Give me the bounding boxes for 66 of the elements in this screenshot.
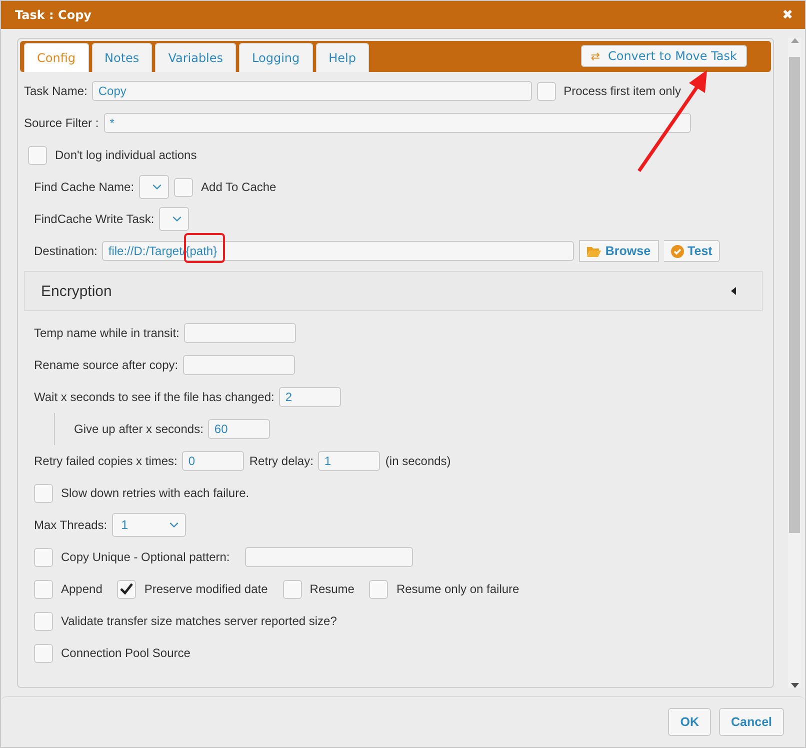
- folder-icon: [587, 246, 602, 256]
- input-field[interactable]: *: [104, 113, 691, 133]
- checkbox[interactable]: [117, 580, 136, 598]
- field-label: (in seconds): [385, 454, 451, 468]
- caret-icon: [730, 287, 738, 295]
- dropdown[interactable]: [139, 175, 170, 199]
- checkbox-label: Resume: [310, 582, 354, 596]
- field-label: FindCache Write Task:: [34, 212, 154, 226]
- input-field[interactable]: 60: [208, 419, 270, 439]
- input-field[interactable]: [183, 355, 296, 375]
- checkbox-label: Append: [61, 582, 102, 596]
- input-field[interactable]: 0: [182, 451, 244, 471]
- checkbox-label: Preserve modified date: [144, 582, 268, 596]
- input-field[interactable]: 1: [318, 451, 380, 471]
- browse-button[interactable]: Browse: [579, 240, 659, 262]
- ok-button[interactable]: OK: [668, 708, 711, 736]
- tab[interactable]: Help: [316, 43, 369, 72]
- checkbox[interactable]: [369, 580, 388, 598]
- scroll-down-icon[interactable]: [790, 683, 798, 688]
- dropdown[interactable]: 1: [112, 513, 186, 537]
- input-field[interactable]: 2: [279, 387, 342, 407]
- check-circle-icon: [670, 244, 684, 258]
- tab[interactable]: Variables: [155, 43, 236, 72]
- dropdown[interactable]: [159, 207, 190, 231]
- test-button[interactable]: Test: [664, 240, 720, 262]
- checkbox-label: Add To Cache: [201, 180, 276, 194]
- checkbox[interactable]: [34, 548, 53, 566]
- input-field[interactable]: [184, 323, 296, 343]
- cancel-button[interactable]: Cancel: [719, 708, 784, 736]
- convert-button[interactable]: ⇄ Convert to Move Task: [580, 45, 747, 67]
- checkbox[interactable]: [536, 82, 556, 100]
- checkbox[interactable]: [34, 580, 53, 598]
- input-field[interactable]: Copy: [92, 81, 532, 101]
- checkbox[interactable]: [282, 580, 302, 598]
- scroll-up-icon[interactable]: [790, 38, 798, 43]
- checkbox[interactable]: [34, 612, 53, 630]
- window-title: Task : Copy: [15, 8, 92, 22]
- checkbox-label: Connection Pool Source: [61, 646, 190, 660]
- checkbox-label: Copy Unique - Optional pattern:: [61, 550, 230, 564]
- field-label: Wait x seconds to see if the file has changed:: [34, 390, 274, 404]
- field-label: Task Name:: [24, 84, 88, 98]
- encryption-section[interactable]: Encryption: [24, 271, 763, 311]
- field-label: Rename source after copy:: [34, 358, 178, 372]
- checkbox-label: Validate transfer size matches server reported size?: [61, 614, 337, 628]
- field-label: Retry failed copies x times:: [34, 454, 178, 468]
- field-label: Temp name while in transit:: [34, 326, 180, 340]
- field-label: Retry delay:: [249, 454, 314, 468]
- checkbox-label: Resume only on failure: [396, 582, 520, 596]
- input-field[interactable]: [244, 547, 413, 567]
- tab[interactable]: Config: [24, 43, 89, 72]
- checkbox[interactable]: [28, 146, 47, 164]
- checkbox-label: Process first item only: [564, 84, 681, 98]
- scrollbar[interactable]: [788, 38, 801, 688]
- checkbox-label: Slow down retries with each failure.: [61, 486, 250, 500]
- field-label: Give up after x seconds:: [74, 422, 204, 436]
- field-label: Destination:: [34, 244, 98, 258]
- checkbox[interactable]: [34, 484, 53, 502]
- close-button[interactable]: ✖: [782, 8, 793, 22]
- checkbox-label: Don't log individual actions: [55, 148, 197, 162]
- tab[interactable]: Logging: [239, 43, 313, 72]
- checkbox[interactable]: [174, 178, 194, 196]
- tab[interactable]: Notes: [92, 43, 152, 72]
- field-label: Max Threads:: [34, 518, 108, 532]
- checkbox[interactable]: [34, 644, 53, 662]
- field-label: Find Cache Name:: [34, 180, 134, 194]
- field-label: Source Filter :: [24, 116, 99, 130]
